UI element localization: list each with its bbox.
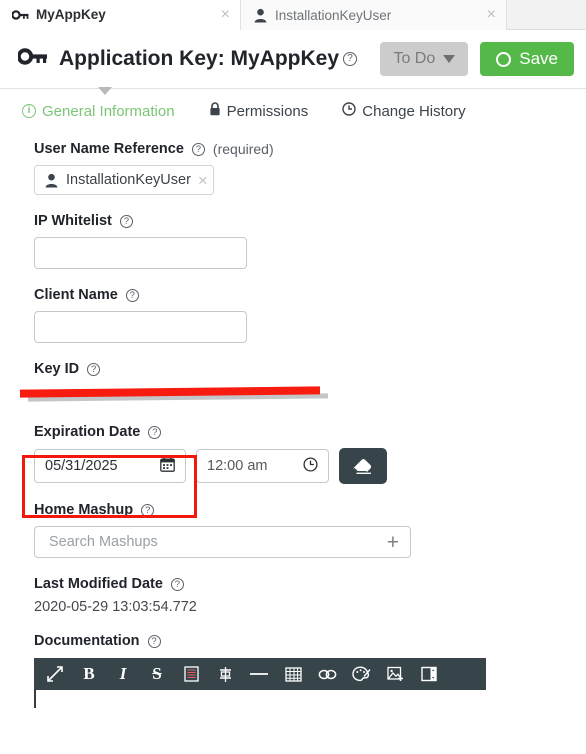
close-icon[interactable]: × — [481, 7, 496, 23]
general-information-form: User Name Reference ? (required) Install… — [0, 141, 586, 708]
key-icon — [16, 46, 48, 72]
required-marker: (required) — [212, 141, 274, 157]
field-key-id: Key ID ? — [19, 361, 586, 404]
subtab-general-information[interactable]: i General Information — [22, 103, 175, 120]
label-text: Last Modified Date — [34, 576, 163, 592]
subtab-label: General Information — [42, 102, 175, 120]
align-icon[interactable] — [208, 658, 242, 690]
expiration-date-input[interactable]: 05/31/2025 — [34, 449, 186, 483]
circle-icon — [496, 51, 512, 67]
last-modified-date-value: 2020-05-29 13:03:54.772 — [34, 599, 197, 615]
field-label: Documentation ? — [34, 633, 586, 649]
link-icon[interactable] — [310, 658, 344, 690]
key-icon — [11, 9, 29, 21]
editor-toolbar: B I S — [34, 658, 486, 690]
help-icon[interactable]: ? — [343, 52, 358, 66]
help-icon[interactable]: ? — [170, 577, 184, 591]
field-home-mashup: Home Mashup ? Search Mashups + — [34, 502, 586, 558]
tab-strip: MyAppKey × InstallationKeyUser × — [0, 0, 586, 30]
strikethrough-icon[interactable]: S — [140, 658, 174, 690]
label-text: IP Whitelist — [34, 213, 112, 229]
help-icon[interactable]: ? — [119, 214, 133, 228]
lock-icon — [209, 102, 221, 120]
label-text: Client Name — [34, 287, 118, 303]
label-text: Home Mashup — [34, 502, 134, 518]
clock-icon — [342, 102, 356, 120]
page-header: Application Key: MyAppKey ? To Do Save — [0, 30, 586, 95]
help-icon[interactable]: ? — [125, 288, 139, 302]
subtab-label: Permissions — [226, 102, 309, 120]
status-dropdown-button[interactable]: To Do — [380, 42, 469, 76]
info-icon: i — [22, 104, 36, 118]
help-icon[interactable]: ? — [191, 142, 205, 156]
save-button[interactable]: Save — [480, 42, 574, 76]
subtab-change-history[interactable]: Change History — [342, 102, 466, 120]
chevron-down-icon — [443, 55, 456, 63]
label-text: User Name Reference — [34, 141, 184, 157]
palette-icon[interactable] — [344, 658, 378, 690]
calendar-icon[interactable] — [160, 456, 175, 476]
expiration-row: 05/31/2025 12:00 am — [34, 448, 586, 484]
panel-icon[interactable] — [412, 658, 446, 690]
field-last-modified-date: Last Modified Date ? 2020-05-29 13:03:54… — [34, 576, 586, 615]
plus-icon[interactable]: + — [387, 532, 399, 553]
bold-icon[interactable]: B — [72, 658, 106, 690]
person-icon — [253, 8, 268, 23]
remove-icon[interactable]: × — [198, 172, 208, 189]
key-id-value — [19, 384, 586, 404]
field-label: IP Whitelist ? — [34, 213, 586, 229]
field-documentation: Documentation ? B I S — [34, 633, 586, 708]
collapse-chevron-icon[interactable] — [98, 87, 112, 95]
label-text: Documentation — [34, 633, 140, 649]
search-placeholder: Search Mashups — [49, 534, 158, 550]
person-icon — [44, 173, 59, 188]
expiration-date-value: 05/31/2025 — [45, 458, 118, 474]
user-chip[interactable]: InstallationKeyUser × — [34, 165, 214, 195]
subtab-label: Change History — [362, 102, 466, 120]
help-icon[interactable]: ? — [148, 425, 162, 439]
list-icon[interactable] — [174, 658, 208, 690]
expiration-time-input[interactable]: 12:00 am — [196, 449, 329, 483]
subtab-bar: i General Information Permissions Change… — [0, 89, 586, 131]
image-icon[interactable] — [378, 658, 412, 690]
status-dropdown-label: To Do — [393, 50, 436, 67]
tab-label: MyAppKey — [36, 7, 106, 22]
label-text: Key ID — [34, 361, 80, 377]
field-label: User Name Reference ? (required) — [34, 141, 586, 157]
field-label: Last Modified Date ? — [34, 576, 586, 592]
ip-whitelist-input[interactable] — [34, 237, 247, 269]
page-title: Application Key: MyAppKey — [59, 47, 340, 70]
italic-icon[interactable]: I — [106, 658, 140, 690]
save-button-label: Save — [519, 49, 558, 68]
eraser-icon — [351, 455, 375, 478]
help-icon[interactable]: ? — [141, 503, 155, 517]
field-label: Client Name ? — [34, 287, 586, 303]
expand-icon[interactable] — [38, 658, 72, 690]
documentation-editor: B I S — [0, 658, 586, 708]
clear-expiration-button[interactable] — [339, 448, 387, 484]
clock-icon[interactable] — [303, 456, 318, 476]
field-expiration-date: Expiration Date ? 05/31/2025 12:00 am — [34, 424, 586, 484]
tab-label: InstallationKeyUser — [275, 7, 392, 23]
expiration-time-value: 12:00 am — [207, 458, 268, 474]
field-label: Key ID ? — [34, 361, 586, 377]
field-user-name-reference: User Name Reference ? (required) Install… — [34, 141, 586, 195]
field-ip-whitelist: IP Whitelist ? — [34, 213, 586, 269]
help-icon[interactable]: ? — [147, 634, 161, 648]
home-mashup-search[interactable]: Search Mashups + — [34, 526, 411, 558]
field-client-name: Client Name ? — [34, 287, 586, 343]
horizontal-rule-icon[interactable] — [242, 658, 276, 690]
documentation-textarea[interactable] — [34, 690, 486, 708]
help-icon[interactable]: ? — [87, 362, 101, 376]
label-text: Expiration Date — [34, 424, 141, 440]
close-icon[interactable]: × — [215, 6, 230, 23]
client-name-input[interactable] — [34, 311, 247, 343]
subtab-permissions[interactable]: Permissions — [209, 102, 309, 120]
field-label: Expiration Date ? — [34, 424, 586, 440]
tab-myappkey[interactable]: MyAppKey × — [0, 0, 240, 30]
table-icon[interactable] — [276, 658, 310, 690]
tab-installationkeyuser[interactable]: InstallationKeyUser × — [240, 0, 507, 30]
field-label: Home Mashup ? — [34, 502, 586, 518]
user-chip-label: InstallationKeyUser — [66, 172, 191, 188]
